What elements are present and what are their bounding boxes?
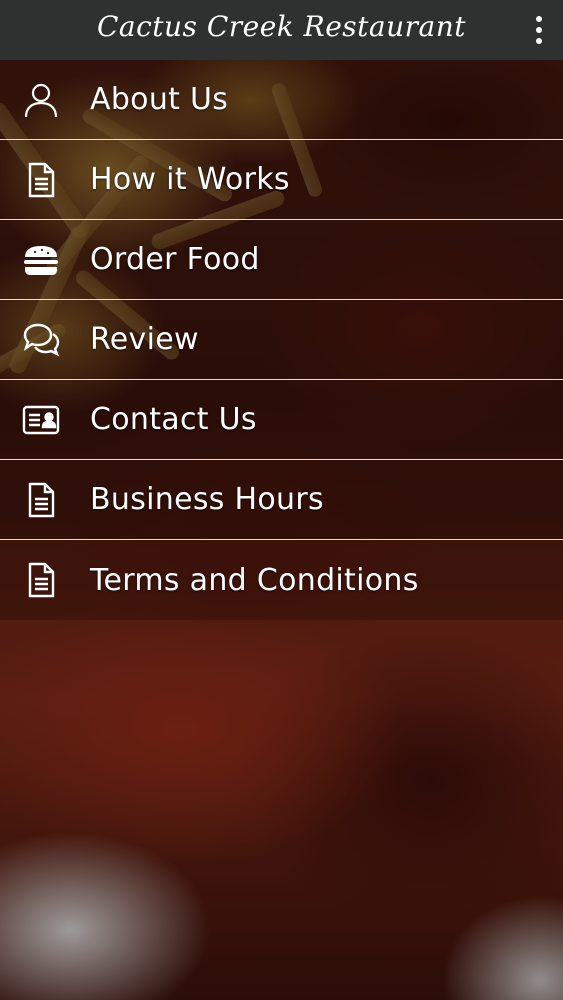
menu-item-how-it-works[interactable]: How it Works [0, 140, 563, 220]
menu-item-order-food[interactable]: Order Food [0, 220, 563, 300]
menu-item-contact-us[interactable]: Contact Us [0, 380, 563, 460]
burger-icon [20, 239, 62, 281]
user-icon [20, 79, 62, 121]
document-icon [20, 559, 62, 601]
app-screen: Cactus Creek Restaurant About Us How it … [0, 0, 563, 1000]
app-title: Cactus Creek Restaurant [96, 10, 467, 43]
menu-item-label: Terms and Conditions [90, 562, 419, 598]
menu-item-terms-and-conditions[interactable]: Terms and Conditions [0, 540, 563, 620]
document-icon [20, 479, 62, 521]
menu-item-review[interactable]: Review [0, 300, 563, 380]
menu-item-label: How it Works [90, 162, 290, 197]
menu-item-about-us[interactable]: About Us [0, 60, 563, 140]
menu-item-business-hours[interactable]: Business Hours [0, 460, 563, 540]
document-icon [20, 159, 62, 201]
menu-item-label: Order Food [90, 242, 260, 277]
menu-item-label: Review [90, 322, 199, 357]
app-bar: Cactus Creek Restaurant [0, 0, 563, 60]
main-menu: About Us How it Works Order Food Review … [0, 60, 563, 620]
chat-bubbles-icon [20, 319, 62, 361]
menu-item-label: Contact Us [90, 402, 257, 437]
menu-item-label: About Us [90, 82, 229, 117]
contact-card-icon [20, 399, 62, 441]
more-vert-icon[interactable] [529, 14, 549, 46]
menu-item-label: Business Hours [90, 482, 324, 517]
